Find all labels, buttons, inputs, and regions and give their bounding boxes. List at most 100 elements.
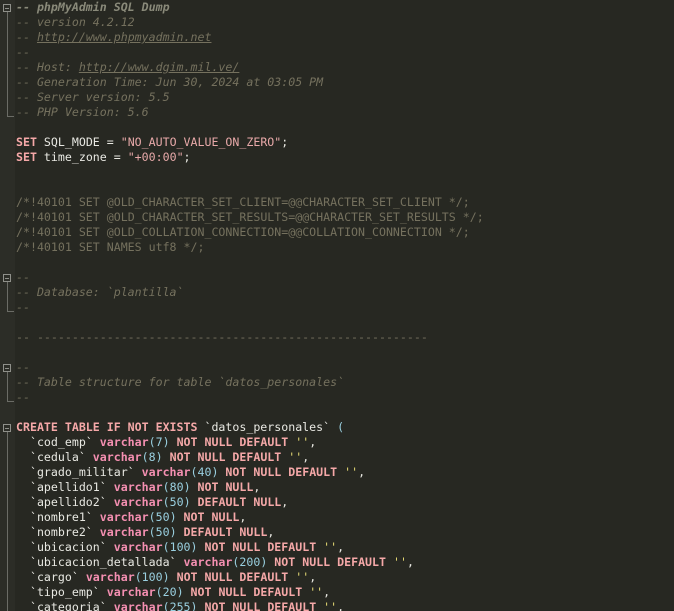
comment: /*!40101 SET @ <box>16 195 114 209</box>
default-value: '' <box>295 435 310 449</box>
fold-guide-end <box>7 311 14 312</box>
modifier: NOT NULL DEFAULT <box>197 540 324 554</box>
code-line: -- Server version: 5.5 <box>16 90 170 105</box>
punct: ) <box>169 510 177 524</box>
code-line: -- <box>16 390 30 405</box>
number: 100 <box>169 540 191 554</box>
default-value: '' <box>309 585 324 599</box>
number: 7 <box>155 435 163 449</box>
code-line: /*!40101 SET NAMES utf8 */; <box>16 240 204 255</box>
code-line: -- version 4.2.12 <box>16 15 135 30</box>
code-line: -- <box>16 270 30 285</box>
punct: , <box>281 495 289 509</box>
fold-toggle-icon[interactable] <box>3 274 11 282</box>
punct: ( <box>148 510 156 524</box>
default-value: '' <box>288 450 303 464</box>
column-name: `categoria` <box>16 600 114 611</box>
modifier: NOT NULL <box>190 480 254 494</box>
keyword: SET <box>16 150 37 164</box>
code-line: `cedula` varchar(8) NOT NULL DEFAULT '', <box>16 450 309 465</box>
code-editor[interactable]: -- phpMyAdmin SQL Dump -- version 4.2.12… <box>0 0 674 611</box>
punct: , <box>323 585 331 599</box>
punct: ) <box>155 450 163 464</box>
keyword: CREATE TABLE IF NOT EXISTS <box>16 420 198 434</box>
comment-link[interactable]: http://www.dgim.mil.ve/ <box>79 60 240 74</box>
comment: -- <box>16 45 30 59</box>
punct: ( <box>134 570 142 584</box>
punct: ( <box>190 465 198 479</box>
comment: -- PHP Version: 5.6 <box>16 105 149 119</box>
comment: /*!40101 SET NAMES utf8 */; <box>16 240 205 254</box>
fold-toggle-icon[interactable] <box>3 4 11 12</box>
data-type: varchar <box>141 465 191 479</box>
code-line: `nombre1` varchar(50) NOT NULL, <box>16 510 246 525</box>
fold-toggle-icon[interactable] <box>3 364 11 372</box>
punct: ) <box>190 540 198 554</box>
identifier: time_zone = <box>36 150 128 164</box>
comment: -- Server version: 5.5 <box>16 90 170 104</box>
code-line: -- PHP Version: 5.6 <box>16 105 149 120</box>
code-line: -- Generation Time: Jun 30, 2024 at 03:0… <box>16 75 323 90</box>
column-name: `nombre2` <box>16 525 100 539</box>
punct: , <box>406 555 414 569</box>
number: 50 <box>155 525 170 539</box>
comment: -- <box>16 300 30 314</box>
column-name: `tipo_emp` <box>16 585 107 599</box>
modifier: NOT NULL DEFAULT <box>267 555 393 569</box>
punct: ( <box>162 495 170 509</box>
data-type: varchar <box>92 450 142 464</box>
column-name: `grado_militar` <box>16 465 142 479</box>
punct: ) <box>183 480 191 494</box>
data-type: varchar <box>113 495 163 509</box>
data-type: varchar <box>85 570 135 584</box>
data-type: varchar <box>99 525 149 539</box>
comment: OLD_COLLATION_CONNECTION=@@COLLATION_CON… <box>113 225 470 239</box>
number: 40 <box>197 465 212 479</box>
punct: ) <box>162 435 170 449</box>
code-line: `cod_emp` varchar(7) NOT NULL DEFAULT ''… <box>16 435 316 450</box>
punct: ( <box>148 525 156 539</box>
comment-separator: -- -------------------------------------… <box>16 330 428 344</box>
code-line: SET SQL_MODE = "NO_AUTO_VALUE_ON_ZERO"; <box>16 135 288 150</box>
punct: , <box>239 510 247 524</box>
code-line: /*!40101 SET @OLD_COLLATION_CONNECTION=@… <box>16 225 470 240</box>
code-line: `ubicacion` varchar(100) NOT NULL DEFAUL… <box>16 540 344 555</box>
comment: -- <box>16 30 37 44</box>
modifier: NOT NULL DEFAULT <box>197 600 324 611</box>
fold-toggle-icon[interactable] <box>3 424 11 432</box>
fold-guide-end <box>7 401 14 402</box>
modifier: DEFAULT NULL <box>190 495 282 509</box>
code-line: -- -------------------------------------… <box>16 330 428 345</box>
code-line: /*!40101 SET @OLD_CHARACTER_SET_CLIENT=@… <box>16 195 470 210</box>
number: 100 <box>141 570 163 584</box>
data-type: varchar <box>99 435 149 449</box>
fold-guide <box>7 432 8 611</box>
comment: -- Database: `plantilla` <box>16 285 184 299</box>
number: 255 <box>169 600 191 611</box>
code-line: SET time_zone = "+00:00"; <box>16 150 191 165</box>
comment-link[interactable]: http://www.phpmyadmin.net <box>37 30 212 44</box>
modifier: DEFAULT NULL <box>176 525 268 539</box>
column-name: `ubicacion_detallada` <box>16 555 184 569</box>
comment: OLD_CHARACTER_SET_CLIENT=@@CHARACTER_SET… <box>113 195 470 209</box>
data-type: varchar <box>99 510 149 524</box>
code-line: `grado_militar` varchar(40) NOT NULL DEF… <box>16 465 365 480</box>
code-line: `ubicacion_detallada` varchar(200) NOT N… <box>16 555 414 570</box>
default-value: '' <box>323 540 338 554</box>
punct: ; <box>183 150 191 164</box>
punct: ) <box>162 570 170 584</box>
column-name: `cedula` <box>16 450 93 464</box>
punct: , <box>358 465 366 479</box>
punct: ) <box>169 525 177 539</box>
code-line: -- Table structure for table `datos_pers… <box>16 375 344 390</box>
punct: , <box>267 525 275 539</box>
code-line: `cargo` varchar(100) NOT NULL DEFAULT ''… <box>16 570 316 585</box>
code-line: `nombre2` varchar(50) DEFAULT NULL, <box>16 525 274 540</box>
fold-guide <box>7 372 8 401</box>
number: 50 <box>155 510 170 524</box>
code-line: `tipo_emp` varchar(20) NOT NULL DEFAULT … <box>16 585 330 600</box>
code-line: `categoria` varchar(255) NOT NULL DEFAUL… <box>16 600 344 611</box>
punct: ( <box>162 480 170 494</box>
comment: -- Table structure for table `datos_pers… <box>16 375 345 389</box>
column-name: `apellido1` <box>16 480 114 494</box>
